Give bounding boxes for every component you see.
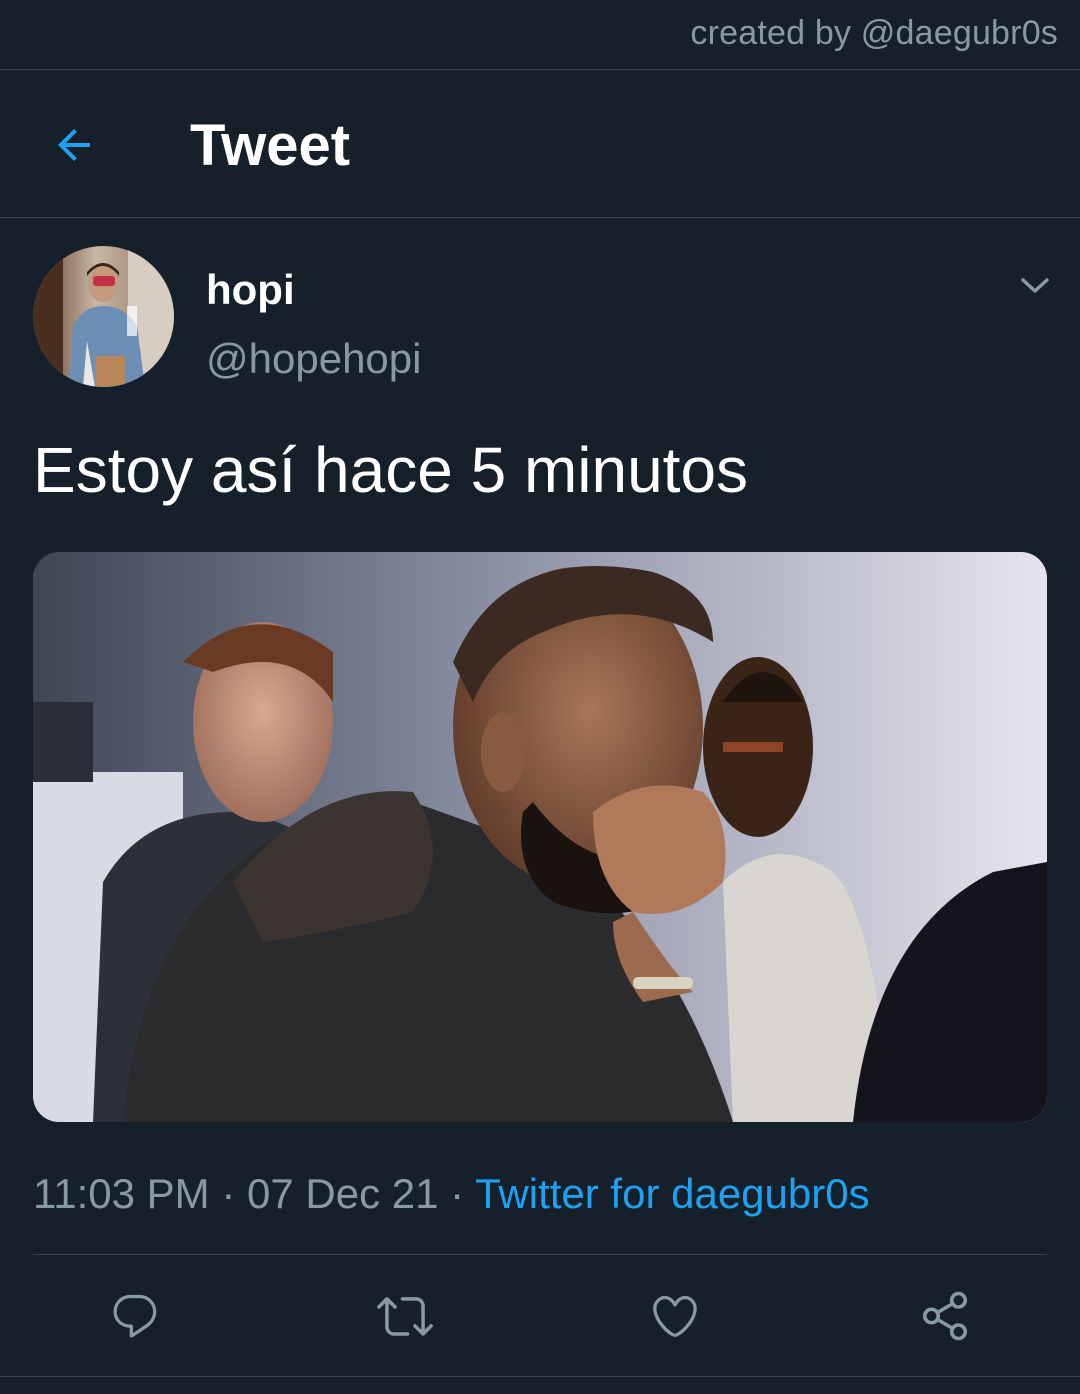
retweet-button[interactable] — [373, 1284, 437, 1348]
photo-image — [33, 552, 1047, 1122]
watermark-text: created by @daegubr0s — [690, 14, 1058, 52]
top-divider — [0, 69, 1080, 70]
author-display-name[interactable]: hopi — [206, 265, 295, 315]
retweet-icon — [377, 1297, 433, 1336]
tweet-meta: 11:03 PM · 07 Dec 21 · Twitter for daegu… — [33, 1166, 870, 1222]
share-button[interactable] — [913, 1284, 977, 1348]
avatar[interactable] — [33, 246, 174, 387]
meta-separator: · — [450, 1170, 465, 1217]
like-button[interactable] — [643, 1284, 707, 1348]
share-icon — [922, 1291, 968, 1341]
meta-separator: · — [221, 1170, 236, 1217]
meta-divider — [33, 1254, 1047, 1255]
tweet-actions-bar — [0, 1256, 1080, 1376]
reply-button[interactable] — [103, 1284, 167, 1348]
profile-photo — [33, 246, 174, 387]
back-button[interactable] — [44, 115, 104, 175]
app-header: Tweet — [0, 71, 1080, 217]
tweet-media-photo[interactable] — [33, 552, 1047, 1122]
tweet-date: 07 Dec 21 — [247, 1170, 439, 1217]
tweet-source-link[interactable]: Twitter for daegubr0s — [475, 1170, 870, 1217]
header-divider — [0, 217, 1080, 218]
arrow-left-icon — [58, 129, 90, 161]
page-title: Tweet — [190, 113, 351, 178]
tweet-time: 11:03 PM — [33, 1170, 210, 1217]
reply-icon — [113, 1294, 157, 1338]
tweet-options-button[interactable] — [1012, 266, 1058, 306]
chevron-down-icon — [1021, 278, 1049, 293]
bottom-divider — [0, 1376, 1080, 1377]
author-handle[interactable]: @hopehopi — [206, 334, 421, 384]
tweet-text: Estoy así hace 5 minutos — [33, 434, 749, 506]
heart-icon — [653, 1295, 697, 1337]
